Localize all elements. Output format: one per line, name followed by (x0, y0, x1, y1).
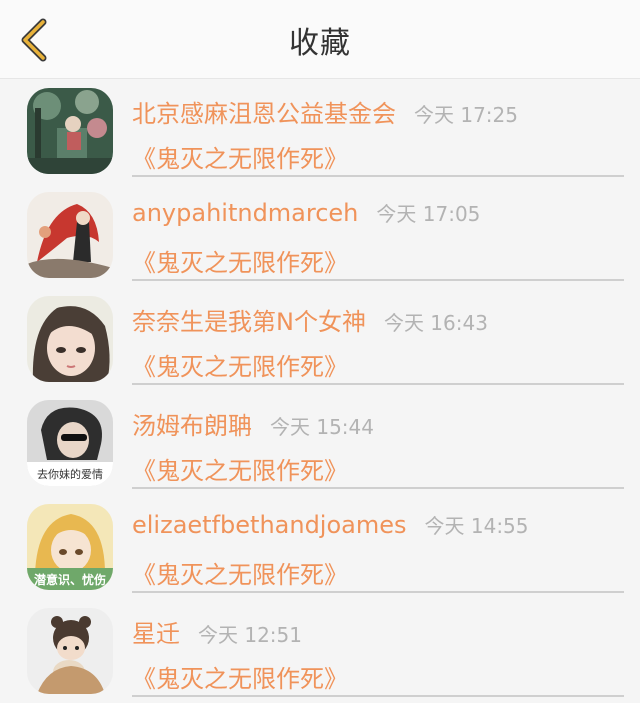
book-title[interactable]: 《鬼灭之无限作死》 (132, 451, 348, 486)
avatar-caption: 去你妹的爱情 (37, 467, 103, 481)
user-name[interactable]: 汤姆布朗聃 (132, 406, 252, 441)
item-content: 奈奈生是我第N个女神 今天 16:43 《鬼灭之无限作死》 (132, 287, 624, 385)
book-title[interactable]: 《鬼灭之无限作死》 (132, 243, 348, 278)
user-name[interactable]: 北京感麻沮恩公益基金会 (132, 94, 396, 129)
list-item[interactable]: 北京感麻沮恩公益基金会 今天 17:25 《鬼灭之无限作死》 (0, 79, 640, 183)
timestamp: 今天 17:25 (414, 103, 518, 127)
user-name[interactable]: anypahitndmarceh (132, 199, 358, 227)
item-content: elizaetfbethandjoames 今天 14:55 《鬼灭之无限作死》 (132, 495, 624, 593)
book-title[interactable]: 《鬼灭之无限作死》 (132, 555, 348, 590)
favorites-list: 北京感麻沮恩公益基金会 今天 17:25 《鬼灭之无限作死》 anypahitn… (0, 79, 640, 703)
top-bar: 收藏 (0, 0, 640, 79)
timestamp: 今天 17:05 (376, 202, 481, 226)
avatar-caption: 潜意识、忧伤 (34, 572, 106, 587)
timestamp: 今天 16:43 (383, 311, 488, 335)
item-content: 汤姆布朗聃 今天 15:44 《鬼灭之无限作死》 (132, 391, 624, 489)
timestamp: 今天 14:55 (424, 514, 529, 538)
avatar[interactable] (27, 608, 113, 694)
avatar[interactable]: 潜意识、忧伤 (27, 504, 113, 590)
book-title[interactable]: 《鬼灭之无限作死》 (132, 347, 348, 382)
avatar[interactable]: 去你妹的爱情 (27, 400, 113, 486)
list-item[interactable]: anypahitndmarceh 今天 17:05 《鬼灭之无限作死》 (0, 183, 640, 287)
avatar[interactable] (27, 88, 113, 174)
user-name[interactable]: elizaetfbethandjoames (132, 511, 407, 539)
book-title[interactable]: 《鬼灭之无限作死》 (132, 659, 348, 694)
user-name[interactable]: 奈奈生是我第N个女神 (132, 302, 366, 337)
item-content: anypahitndmarceh 今天 17:05 《鬼灭之无限作死》 (132, 183, 624, 281)
page-title: 收藏 (289, 25, 351, 61)
list-item[interactable]: 奈奈生是我第N个女神 今天 16:43 《鬼灭之无限作死》 (0, 287, 640, 391)
book-title[interactable]: 《鬼灭之无限作死》 (132, 139, 348, 174)
item-content: 北京感麻沮恩公益基金会 今天 17:25 《鬼灭之无限作死》 (132, 79, 624, 177)
avatar[interactable] (27, 192, 113, 278)
list-item[interactable]: 潜意识、忧伤 elizaetfbethandjoames 今天 14:55 《鬼… (0, 495, 640, 599)
timestamp: 今天 12:51 (198, 623, 302, 647)
avatar[interactable] (27, 296, 113, 382)
user-name[interactable]: 星迁 (132, 614, 180, 649)
list-item[interactable]: 星迁 今天 12:51 《鬼灭之无限作死》 (0, 599, 640, 703)
list-item[interactable]: 去你妹的爱情 汤姆布朗聃 今天 15:44 《鬼灭之无限作死》 (0, 391, 640, 495)
item-content: 星迁 今天 12:51 《鬼灭之无限作死》 (132, 599, 624, 697)
timestamp: 今天 15:44 (270, 415, 374, 439)
